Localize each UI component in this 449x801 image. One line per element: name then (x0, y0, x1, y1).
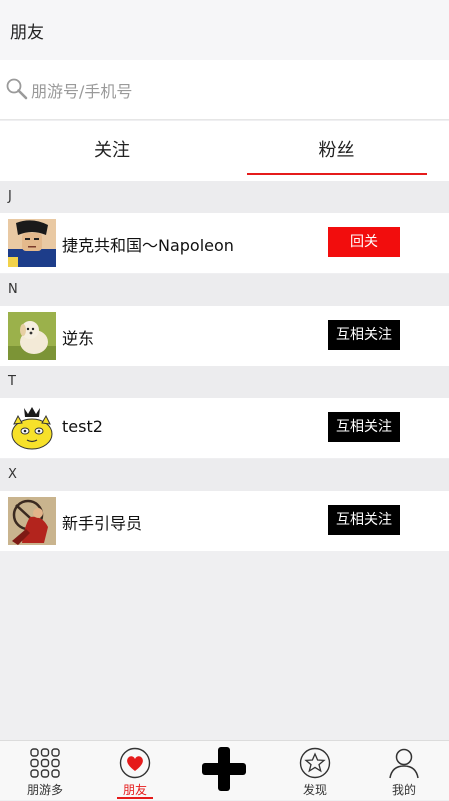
guide-illustration-avatar (8, 497, 56, 545)
puppy-avatar (8, 312, 56, 360)
nav-label: 我的 (391, 783, 416, 797)
section-header-j: J (0, 181, 449, 213)
list-item[interactable]: test2 互相关注 (0, 398, 449, 458)
grid-icon (30, 748, 60, 778)
tab-bar: 关注 粉丝 (0, 121, 449, 181)
nav-item-pengyouduo[interactable]: 朋游多 (0, 741, 90, 801)
user-name: 逆东 (62, 329, 95, 348)
section-header-n: N (0, 274, 449, 306)
nav-item-mine[interactable]: 我的 (359, 741, 449, 801)
star-icon (299, 747, 331, 779)
search-bar (0, 60, 449, 120)
active-tab-indicator (247, 173, 427, 175)
list-item[interactable]: 新手引导员 互相关注 (0, 491, 449, 551)
section-header-t: T (0, 366, 449, 398)
search-input[interactable] (31, 78, 431, 104)
top-header: 朋友 (0, 0, 449, 60)
follow-back-button[interactable]: 回关 (328, 227, 400, 257)
user-name: 新手引导员 (62, 514, 143, 533)
list-item[interactable]: 逆东 互相关注 (0, 306, 449, 366)
nav-item-friends[interactable]: 朋友 (90, 741, 180, 801)
plus-icon[interactable] (200, 745, 248, 793)
anime-man-avatar (8, 219, 56, 267)
nav-item-discover[interactable]: 发现 (270, 741, 360, 801)
page-title: 朋友 (10, 23, 44, 43)
mutual-follow-button[interactable]: 互相关注 (328, 320, 400, 350)
tab-fans[interactable]: 粉丝 (224, 121, 449, 181)
search-icon (6, 78, 28, 100)
mutual-follow-button[interactable]: 互相关注 (328, 412, 400, 442)
user-name: test2 (62, 417, 103, 436)
section-header-x: X (0, 459, 449, 491)
nav-active-indicator (117, 797, 153, 799)
user-icon (389, 748, 419, 779)
mutual-follow-button[interactable]: 互相关注 (328, 505, 400, 535)
user-name: 捷克共和国～Napoleon (62, 236, 234, 255)
tab-following[interactable]: 关注 (0, 121, 224, 181)
nav-label: 朋友 (122, 783, 147, 797)
list-item[interactable]: 捷克共和国～Napoleon 回关 (0, 213, 449, 273)
nav-label: 发现 (302, 783, 327, 797)
yellow-cat-crown-avatar (8, 404, 56, 452)
heart-icon (119, 747, 151, 779)
nav-label: 朋游多 (26, 783, 63, 797)
